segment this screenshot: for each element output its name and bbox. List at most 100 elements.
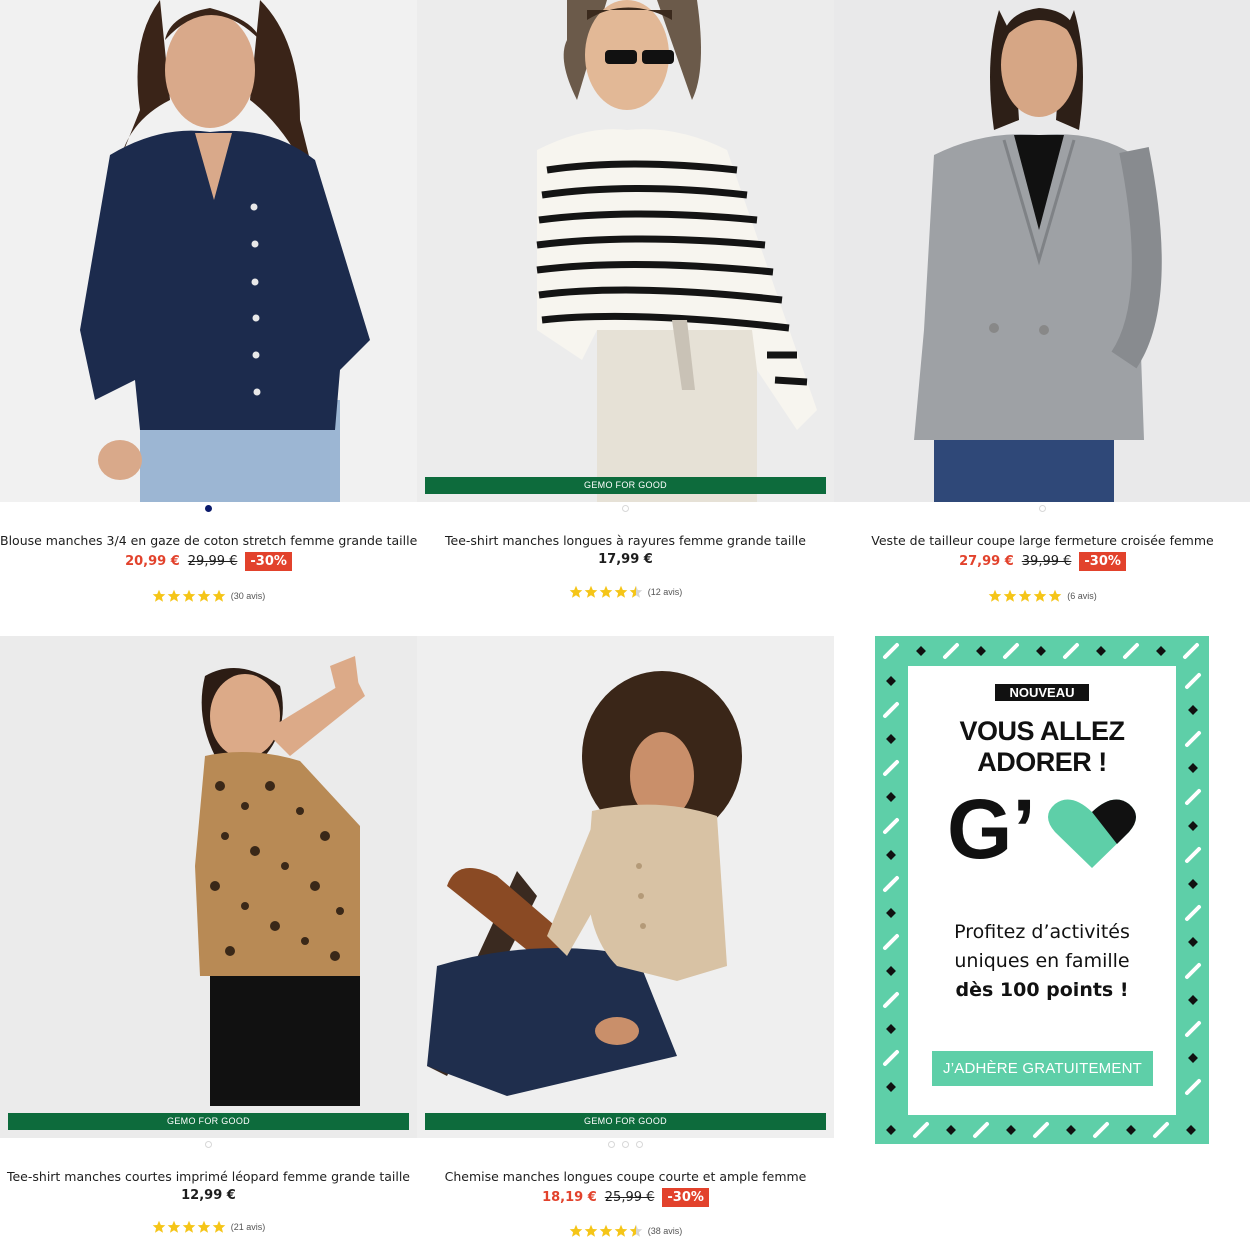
slash-mark (883, 643, 899, 659)
sale-price: 20,99 € (125, 554, 180, 569)
star-full-icon (569, 1224, 583, 1237)
star-full-icon (167, 589, 181, 602)
product-image[interactable]: GEMO FOR GOOD (0, 636, 417, 1138)
promo-text-line: dès 100 points ! (955, 979, 1129, 1001)
diamond-mark (1006, 1125, 1016, 1135)
join-free-button[interactable]: J’ADHÈRE GRATUITEMENT (932, 1051, 1153, 1086)
slash-mark (1185, 673, 1201, 689)
image-carousel-dots (0, 505, 417, 515)
gemo-for-good-badge: GEMO FOR GOOD (425, 1113, 826, 1130)
star-full-icon (212, 589, 226, 602)
image-carousel-dots (834, 505, 1250, 515)
carousel-dot[interactable] (1039, 505, 1046, 512)
product-title[interactable]: Tee-shirt manches longues à rayures femm… (417, 533, 834, 548)
gemo-for-good-badge: GEMO FOR GOOD (425, 477, 826, 494)
star-full-icon (182, 589, 196, 602)
star-full-icon (614, 585, 628, 598)
product-image[interactable]: GEMO FOR GOOD (417, 636, 834, 1138)
star-full-icon (152, 1220, 166, 1233)
star-full-icon (182, 1220, 196, 1233)
diamond-mark (1188, 705, 1198, 715)
product-price: 27,99 € 39,99 € -30% (834, 552, 1250, 571)
product-title[interactable]: Blouse manches 3/4 en gaze de coton stre… (0, 533, 417, 548)
diamond-mark (886, 792, 896, 802)
heart-icon (1048, 799, 1136, 868)
star-full-icon (599, 585, 613, 598)
review-count: (12 avis) (647, 587, 683, 597)
product-rating[interactable]: (30 avis) (0, 589, 417, 603)
discount-badge: -30% (662, 1188, 709, 1207)
diamond-mark (1066, 1125, 1076, 1135)
product-card[interactable]: Blouse manches 3/4 en gaze de coton stre… (0, 0, 417, 620)
carousel-dot[interactable] (622, 505, 629, 512)
carousel-dot[interactable] (205, 1141, 212, 1148)
product-card[interactable]: Veste de tailleur coupe large fermeture … (834, 0, 1250, 620)
product-title[interactable]: Veste de tailleur coupe large fermeture … (834, 533, 1250, 548)
slash-mark (1185, 1079, 1201, 1095)
carousel-dot[interactable] (622, 1141, 629, 1148)
promo-text-line: Profitez d’activités (954, 921, 1130, 943)
star-full-icon (569, 585, 583, 598)
star-full-icon (1003, 589, 1017, 602)
slash-mark (1033, 1122, 1049, 1138)
original-price: 39,99 € (1021, 554, 1072, 569)
carousel-dot[interactable] (608, 1141, 615, 1148)
gemo-for-good-badge: GEMO FOR GOOD (8, 1113, 409, 1130)
diamond-mark (1156, 646, 1166, 656)
review-count: (21 avis) (230, 1222, 266, 1232)
slash-mark (1123, 643, 1139, 659)
carousel-dot[interactable] (205, 505, 212, 512)
product-rating[interactable]: (21 avis) (0, 1220, 417, 1234)
product-title[interactable]: Chemise manches longues coupe courte et … (417, 1169, 834, 1184)
star-full-icon (197, 1220, 211, 1233)
star-full-icon (197, 589, 211, 602)
slash-mark (883, 1050, 899, 1066)
image-carousel-dots (0, 1141, 417, 1151)
star-full-icon (1033, 589, 1047, 602)
star-full-icon (167, 1220, 181, 1233)
diamond-mark (1188, 879, 1198, 889)
new-tag: NOUVEAU (995, 684, 1089, 701)
product-price: 17,99 € (417, 552, 834, 567)
star-rating (152, 1220, 226, 1234)
slash-mark (1185, 789, 1201, 805)
diamond-mark (1126, 1125, 1136, 1135)
product-image[interactable]: GEMO FOR GOOD (417, 0, 834, 502)
image-carousel-dots (417, 1141, 834, 1151)
star-rating (569, 585, 643, 599)
carousel-dot[interactable] (636, 1141, 643, 1148)
star-rating (988, 589, 1062, 603)
product-image[interactable] (0, 0, 417, 502)
product-card[interactable]: GEMO FOR GOOD Tee-shirt manches courtes … (0, 636, 417, 1239)
diamond-mark (916, 646, 926, 656)
discount-badge: -30% (1079, 552, 1126, 571)
star-full-icon (152, 589, 166, 602)
slash-mark (1003, 643, 1019, 659)
slash-mark (1153, 1122, 1169, 1138)
product-card[interactable]: GEMO FOR GOOD Chemise manches longues co… (417, 636, 834, 1239)
sale-price: 18,19 € (542, 1190, 597, 1205)
star-full-icon (614, 1224, 628, 1237)
slash-mark (883, 702, 899, 718)
product-title[interactable]: Tee-shirt manches courtes imprimé léopar… (0, 1169, 417, 1184)
discount-badge: -30% (245, 552, 292, 571)
slash-mark (1185, 847, 1201, 863)
review-count: (38 avis) (647, 1226, 683, 1236)
diamond-mark (976, 646, 986, 656)
product-price: 12,99 € (0, 1188, 417, 1203)
promo-text: Profitez d’activités uniques en famille … (875, 918, 1209, 1005)
loyalty-promo-banner[interactable]: NOUVEAU VOUS ALLEZ ADORER ! G’ Profitez … (875, 636, 1209, 1144)
price: 17,99 € (598, 552, 653, 567)
gemo-heart-logo: G’ (947, 784, 1137, 874)
product-price: 20,99 € 29,99 € -30% (0, 552, 417, 571)
product-rating[interactable]: (12 avis) (417, 585, 834, 599)
diamond-mark (886, 1125, 896, 1135)
slash-mark (1063, 643, 1079, 659)
product-rating[interactable]: (6 avis) (834, 589, 1250, 603)
star-half-icon (629, 1224, 643, 1237)
promo-headline: VOUS ALLEZ ADORER ! (875, 716, 1209, 778)
product-card[interactable]: GEMO FOR GOOD Tee-shirt manches longues … (417, 0, 834, 620)
star-full-icon (1018, 589, 1032, 602)
product-image[interactable] (834, 0, 1250, 502)
product-rating[interactable]: (38 avis) (417, 1224, 834, 1238)
